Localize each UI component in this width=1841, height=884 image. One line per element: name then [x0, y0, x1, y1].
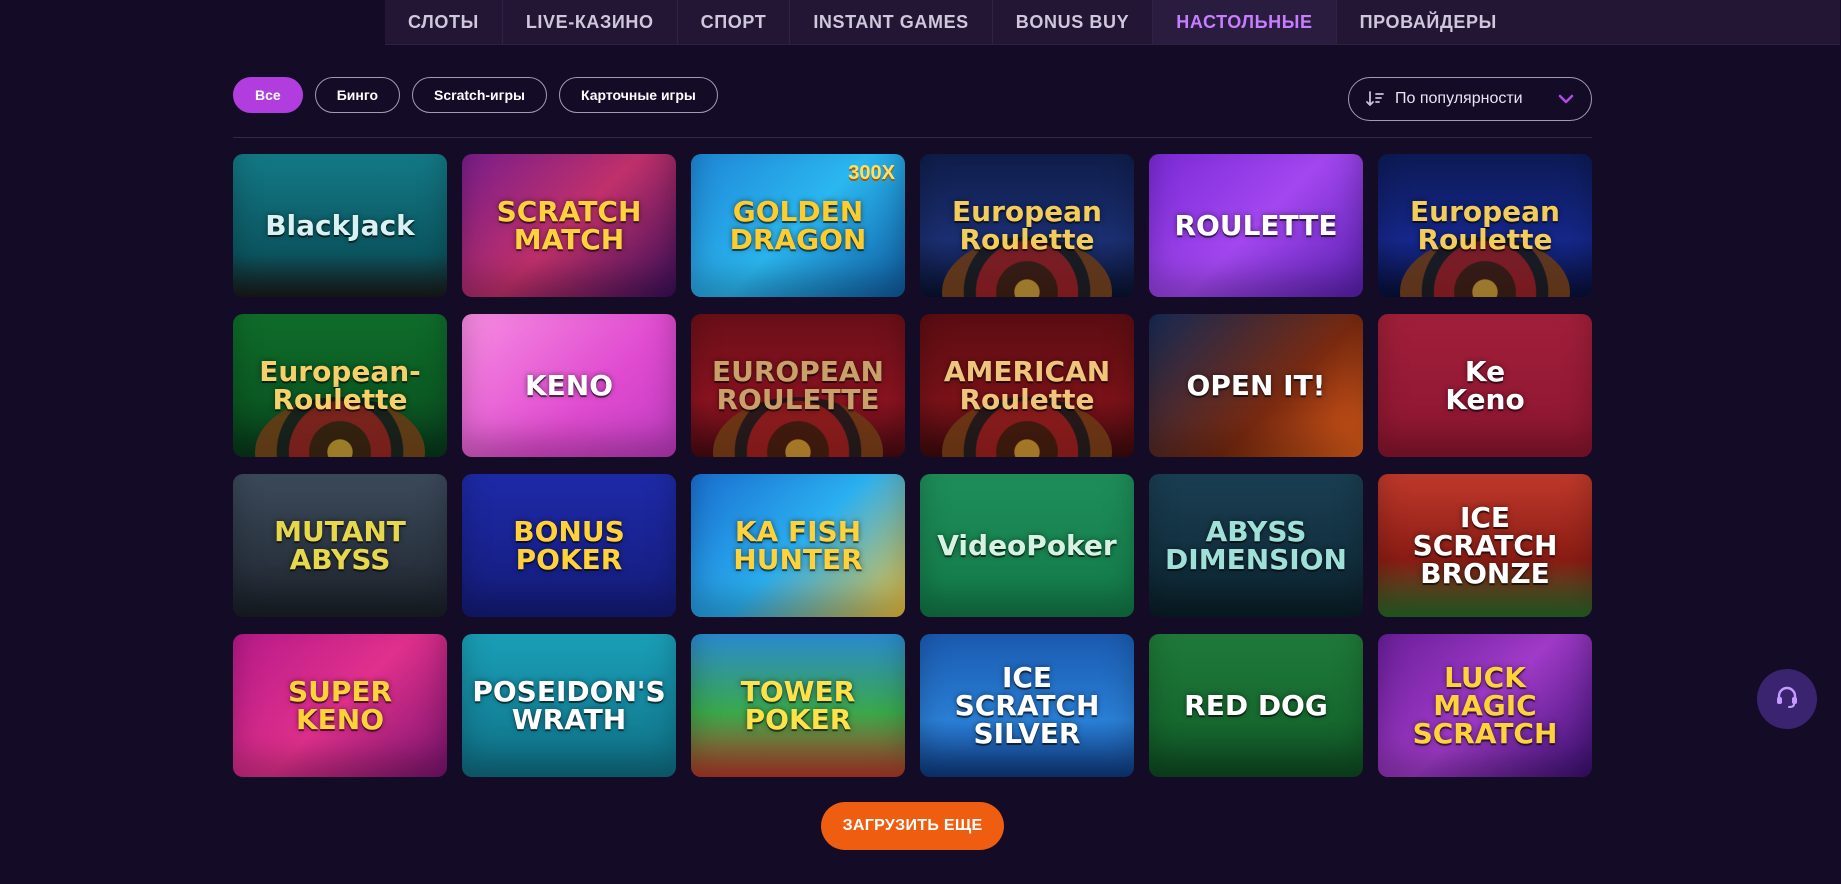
game-title: ABYSS DIMENSION: [1165, 514, 1347, 576]
games-grid: BlackJack SCRATCH MATCH 300X GOLDEN DRAGON E…: [233, 154, 1593, 777]
game-tile[interactable]: European Roulette: [920, 154, 1134, 297]
filter-chip[interactable]: Scratch-игры: [412, 77, 547, 113]
chevron-down-icon[interactable]: [1557, 90, 1575, 108]
sort-icon: [1365, 89, 1385, 109]
game-tile[interactable]: ROULETTE: [1149, 154, 1363, 297]
divider: [233, 137, 1592, 138]
game-title: European Roulette: [952, 194, 1102, 256]
game-title: Ke Keno: [1445, 354, 1525, 416]
game-tile[interactable]: AMERICAN Roulette: [920, 314, 1134, 457]
category-filters: Все Бинго Scratch-игры Карточные игры: [233, 77, 718, 113]
load-more-button[interactable]: ЗАГРУЗИТЬ ЕЩЕ: [821, 802, 1004, 850]
nav-item[interactable]: ПРОВАЙДЕРЫ: [1337, 0, 1520, 44]
game-tile[interactable]: MUTANT ABYSS: [233, 474, 447, 617]
game-tile[interactable]: TOWER POKER: [691, 634, 905, 777]
nav-item[interactable]: СПОРТ: [678, 0, 791, 44]
game-title: MUTANT ABYSS: [274, 514, 406, 576]
game-tile[interactable]: KA FISH HUNTER: [691, 474, 905, 617]
sort-label: По популярности: [1395, 90, 1523, 107]
game-tile[interactable]: BONUS POKER: [462, 474, 676, 617]
game-title: ICE SCRATCH SILVER: [954, 660, 1100, 750]
game-tile[interactable]: VideoPoker: [920, 474, 1134, 617]
nav-item[interactable]: НАСТОЛЬНЫЕ: [1153, 0, 1337, 44]
headset-icon: [1774, 684, 1800, 715]
game-title: POSEIDON'S WRATH: [472, 674, 666, 736]
game-title: SUPER KENO: [287, 674, 393, 736]
game-tile[interactable]: ABYSS DIMENSION: [1149, 474, 1363, 617]
game-badge: 300X: [848, 162, 895, 184]
game-tile[interactable]: POSEIDON'S WRATH: [462, 634, 676, 777]
game-tile[interactable]: BlackJack: [233, 154, 447, 297]
game-tile[interactable]: SUPER KENO: [233, 634, 447, 777]
game-title: RED DOG: [1184, 688, 1328, 722]
filter-chip[interactable]: Все: [233, 77, 303, 113]
game-title: BONUS POKER: [513, 514, 625, 576]
sort-dropdown[interactable]: По популярности: [1348, 77, 1592, 121]
game-title: VideoPoker: [937, 528, 1117, 562]
filter-chip[interactable]: Карточные игры: [558, 77, 718, 113]
nav-item[interactable]: LIVE-КАЗИНО: [503, 0, 678, 44]
game-title: KENO: [524, 368, 614, 402]
game-title: ROULETTE: [1174, 208, 1338, 242]
game-tile[interactable]: RED DOG: [1149, 634, 1363, 777]
game-tile[interactable]: EUROPEAN ROULETTE: [691, 314, 905, 457]
game-tile[interactable]: KENO: [462, 314, 676, 457]
game-title: SCRATCH MATCH: [496, 194, 642, 256]
game-title: European Roulette: [1410, 194, 1560, 256]
top-navigation: СЛОТЫ LIVE-КАЗИНО СПОРТ INSTANT GAMES BONUS …: [385, 0, 1840, 45]
game-title: BlackJack: [265, 208, 415, 242]
game-title: GOLDEN DRAGON: [729, 194, 867, 256]
game-tile[interactable]: LUCK MAGIC SCRATCH: [1378, 634, 1592, 777]
game-title: European-Roulette: [259, 354, 421, 416]
game-tile[interactable]: European Roulette: [1378, 154, 1592, 297]
game-tile[interactable]: ICE SCRATCH SILVER: [920, 634, 1134, 777]
game-tile[interactable]: European-Roulette: [233, 314, 447, 457]
game-tile[interactable]: 300X GOLDEN DRAGON: [691, 154, 905, 297]
game-title: ICE SCRATCH BRONZE: [1412, 500, 1558, 590]
game-title: KA FISH HUNTER: [733, 514, 863, 576]
nav-item[interactable]: INSTANT GAMES: [790, 0, 993, 44]
nav-item[interactable]: СЛОТЫ: [385, 0, 503, 44]
support-button[interactable]: [1757, 669, 1817, 729]
filter-chip[interactable]: Бинго: [314, 77, 401, 113]
game-tile[interactable]: SCRATCH MATCH: [462, 154, 676, 297]
game-title: AMERICAN Roulette: [943, 354, 1111, 416]
game-tile[interactable]: OPEN IT!: [1149, 314, 1363, 457]
game-tile[interactable]: ICE SCRATCH BRONZE: [1378, 474, 1592, 617]
game-tile[interactable]: Ke Keno: [1378, 314, 1592, 457]
game-title: LUCK MAGIC SCRATCH: [1412, 660, 1558, 750]
game-title: EUROPEAN ROULETTE: [712, 354, 884, 416]
game-title: TOWER POKER: [740, 674, 856, 736]
game-title: OPEN IT!: [1186, 368, 1326, 402]
nav-item[interactable]: BONUS BUY: [993, 0, 1154, 44]
